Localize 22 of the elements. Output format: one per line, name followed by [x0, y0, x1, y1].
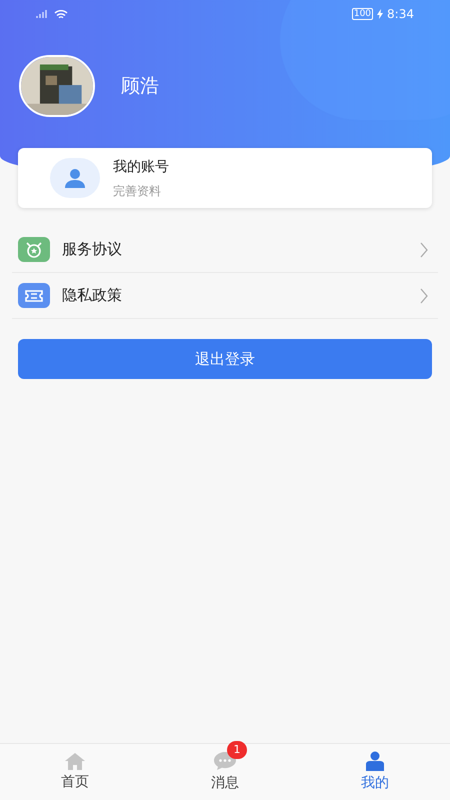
account-subtitle: 完善资料 — [113, 182, 162, 200]
user-name: 顾浩 — [121, 74, 159, 99]
chevron-right-icon — [420, 242, 428, 258]
battery-level: 100 — [352, 8, 374, 20]
account-card[interactable]: 我的账号 完善资料 — [18, 148, 432, 208]
person-icon — [364, 750, 386, 770]
avatar-icon — [50, 158, 100, 198]
account-title: 我的账号 — [113, 158, 169, 176]
charging-icon — [377, 9, 384, 19]
chevron-right-icon — [420, 288, 428, 304]
home-icon — [64, 752, 86, 770]
logout-button[interactable]: 退出登录 — [18, 339, 432, 379]
unread-badge: 1 — [227, 740, 247, 758]
wifi-icon — [54, 8, 68, 20]
menu-label: 隐私政策 — [62, 285, 123, 306]
menu-item[interactable]: 服务协议 — [12, 227, 438, 273]
tab[interactable]: 首页 — [0, 744, 150, 800]
tab[interactable]: 我的 — [300, 744, 450, 800]
menu-item[interactable]: 隐私政策 — [12, 273, 438, 319]
signal-icon — [36, 9, 50, 19]
clock: 8:34 — [387, 6, 414, 23]
menu-label: 服务协议 — [62, 239, 123, 260]
